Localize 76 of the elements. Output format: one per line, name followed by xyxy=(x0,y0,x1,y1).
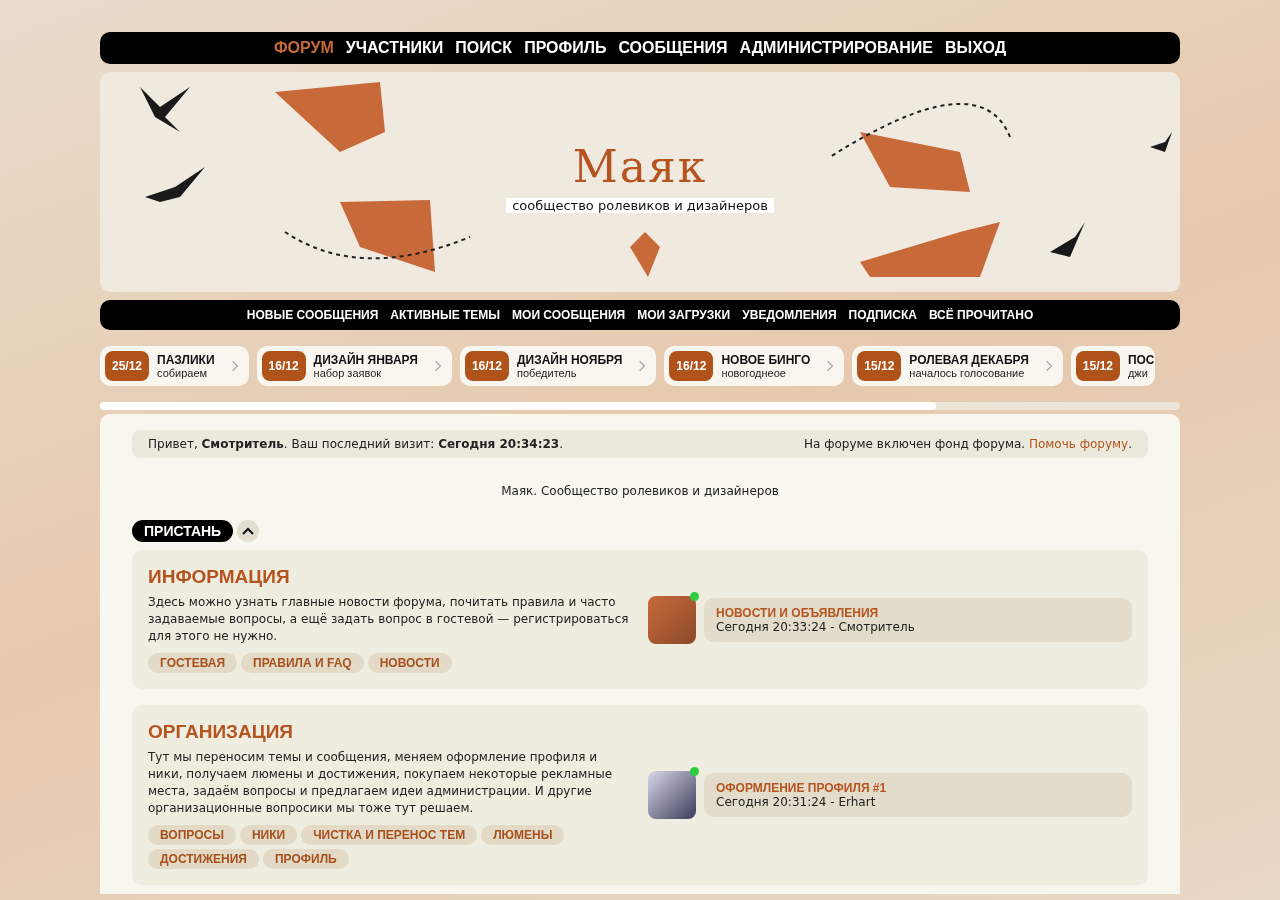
nav-link[interactable]: СООБЩЕНИЯ xyxy=(618,39,728,57)
subforum-tag[interactable]: НИКИ xyxy=(239,825,298,845)
announcement-subtitle: началось голосование xyxy=(909,367,1026,379)
last-topic-link[interactable]: ОФОРМЛЕНИЕ ПРОФИЛЯ #1 xyxy=(716,781,1120,795)
subforum-tag[interactable]: ЧИСТКА И ПЕРЕНОС ТЕМ xyxy=(301,825,478,845)
nav-link[interactable]: МОИ ЗАГРУЗКИ xyxy=(637,308,731,322)
announcement-title: НОВОЕ БИНГО xyxy=(721,353,811,367)
forum-text: Тут мы переносим темы и сообщения, меняем оформление профиля и ники, получаем люмены и достижения, покупаем некоторые рекламные места, задаём вопросы и предлагаем идеи администрации. И другие организационные вопросики мы тоже тут решаем. xyxy=(148,749,614,817)
announcement-subtitle: набор заявок xyxy=(313,367,383,379)
last-post-info: Сегодня 20:31:24 - Erhart xyxy=(716,795,877,809)
announcement-title: ПАЗЛИКИ xyxy=(157,353,215,367)
forum-description: Маяк. Сообщество ролевиков и дизайнеров xyxy=(500,484,780,498)
nav-link[interactable]: ПРОФИЛЬ xyxy=(524,39,607,57)
subforum-tag[interactable]: ПРАВИЛА И FAQ xyxy=(241,653,364,673)
nav-link[interactable]: АКТИВНЫЕ ТЕМЫ xyxy=(390,308,501,322)
chevron-icon xyxy=(242,527,255,535)
announcement-title: ПОС xyxy=(1127,353,1155,367)
fund-text: На форуме включен фонд форума. Помочь форуму. xyxy=(804,437,1132,451)
date-badge: 25/12 xyxy=(105,351,150,381)
last-topic-link[interactable]: НОВОСТИ И ОБЪЯВЛЕНИЯ xyxy=(716,605,1120,620)
nav-link[interactable]: ФОРУМ xyxy=(273,39,334,57)
help-forum-link[interactable]: Помочь форуму xyxy=(1028,437,1129,451)
category-title: ПРИСТАНЬ xyxy=(132,520,234,542)
date-badge: 15/12 xyxy=(857,351,902,381)
nav-link[interactable]: НОВЫЕ СООБЩЕНИЯ xyxy=(246,308,379,322)
forum-title[interactable]: ИНФОРМАЦИЯ xyxy=(148,566,290,588)
chevron-right-icon xyxy=(1044,359,1053,373)
announcement-card[interactable]: 15/12 РОЛЕВАЯ ДЕКАБРЯ началось голосование xyxy=(852,346,1063,386)
announcement-title: РОЛЕВАЯ ДЕКАБРЯ xyxy=(909,353,1029,367)
bird-icon xyxy=(145,167,205,202)
nav-link[interactable]: ПОИСК xyxy=(455,39,513,57)
announcement-subtitle: джи xyxy=(1127,367,1149,379)
announcement-card[interactable]: 25/12 ПАЗЛИКИ собираем xyxy=(100,346,249,386)
bird-icon xyxy=(1050,222,1085,257)
subforum-tag[interactable]: ВОПРОСЫ xyxy=(148,825,236,845)
chevron-right-icon xyxy=(230,359,239,373)
announcement-subtitle: собираем xyxy=(157,367,209,379)
nav-link[interactable]: УВЕДОМЛЕНИЯ xyxy=(742,308,837,322)
announcement-subtitle: победитель xyxy=(516,367,578,379)
announcement-card[interactable]: 16/12 ДИЗАЙН НОЯБРЯ победитель xyxy=(459,346,657,386)
subforum-tag[interactable]: ГОСТЕВАЯ xyxy=(148,653,238,673)
subforum-tag[interactable]: ЛЮМЕНЫ xyxy=(481,825,565,845)
collapse-button[interactable] xyxy=(237,520,260,542)
announcement-card[interactable]: 16/12 ДИЗАЙН ЯНВАРЯ набор заявок xyxy=(256,346,452,386)
nav-link[interactable]: УЧАСТНИКИ xyxy=(345,39,444,57)
nav-link[interactable]: АДМИНИСТРИРОВАНИЕ xyxy=(739,39,933,57)
welcome-text: Привет, Смотритель. Ваш последний визит: Сегодня 20:34:23. xyxy=(148,437,563,451)
banner-title: Маяк xyxy=(572,141,708,192)
announcement-title: ДИЗАЙН НОЯБРЯ xyxy=(516,353,623,367)
banner-subtitle: сообщество ролевиков и дизайнеров xyxy=(506,198,774,213)
bird-icon xyxy=(1150,132,1172,152)
scrollbar[interactable] xyxy=(100,402,1180,410)
date-badge: 15/12 xyxy=(1075,351,1120,381)
bird-icon xyxy=(140,87,190,132)
chevron-right-icon xyxy=(638,359,647,373)
subforum-tag[interactable]: НОВОСТИ xyxy=(367,653,452,673)
announcement-subtitle: новогоднеое xyxy=(721,367,787,379)
date-badge: 16/12 xyxy=(261,351,306,381)
nav-link[interactable]: ВСЁ ПРОЧИТАНО xyxy=(928,308,1034,322)
date-badge: 16/12 xyxy=(669,351,714,381)
nav-link[interactable]: ВЫХОД xyxy=(945,39,1007,57)
forum-text: Здесь можно узнать главные новости форума, почитать правила и часто задаваемые вопросы, а ещё задать вопрос в гостевой — регистрироваться для этого не нужно. xyxy=(148,594,630,645)
chevron-right-icon xyxy=(433,359,442,373)
subforum-tag[interactable]: ПРОФИЛЬ xyxy=(263,849,349,869)
announcement-title: ДИЗАЙН ЯНВАРЯ xyxy=(313,353,418,367)
chevron-right-icon xyxy=(826,359,835,373)
nav-link[interactable]: ПОДПИСКА xyxy=(848,308,917,322)
announcement-card[interactable]: 16/12 НОВОЕ БИНГО новогоднеое xyxy=(664,346,845,386)
announcement-card[interactable]: 15/12 ПОС джи xyxy=(1070,346,1155,386)
subforum-tag[interactable]: ДОСТИЖЕНИЯ xyxy=(148,849,259,869)
nav-link[interactable]: МОИ СООБЩЕНИЯ xyxy=(512,308,626,322)
date-badge: 16/12 xyxy=(464,351,509,381)
forum-thumbnail xyxy=(648,595,696,644)
last-post-info: Сегодня 20:33:24 - Смотритель xyxy=(716,619,916,634)
forum-thumbnail xyxy=(648,771,696,819)
forum-title[interactable]: ОРГАНИЗАЦИЯ xyxy=(148,721,293,743)
